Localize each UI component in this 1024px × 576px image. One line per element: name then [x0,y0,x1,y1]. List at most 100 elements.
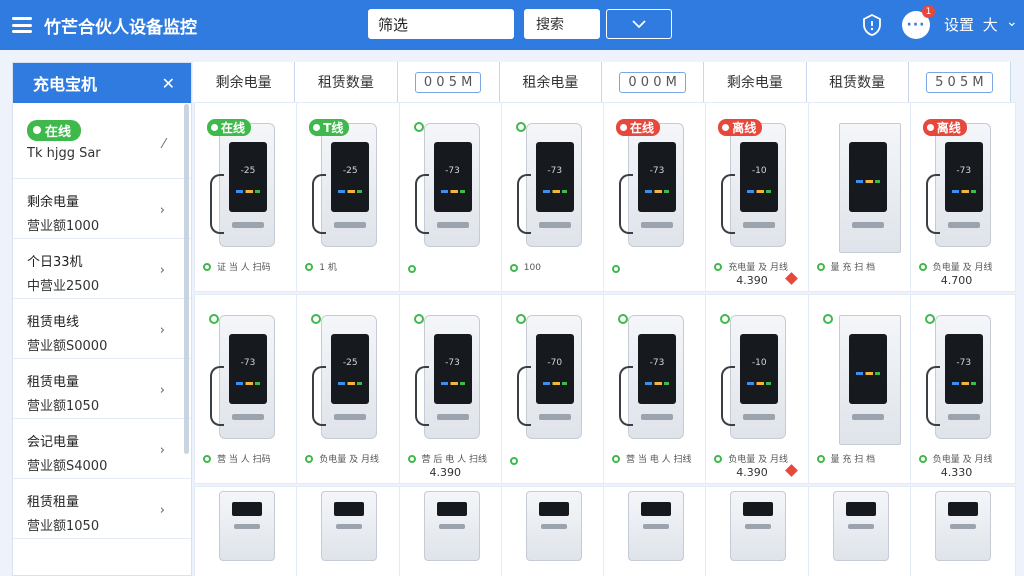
charging-station-image [525,491,582,561]
device-screen [848,142,887,212]
device-card[interactable] [603,486,709,576]
device-card[interactable]: -70 [500,294,607,484]
sidebar-item-label: 租赁电线 [27,315,80,330]
shield-icon[interactable] [862,14,882,36]
status-badge: T线 [309,119,350,136]
sidebar-title: 充电宝机 [33,75,98,94]
device-card[interactable]: -73 营 当 电 人 扫线 [603,294,709,484]
status-dot [413,122,424,132]
device-card[interactable]: 在线 -73 [603,102,709,292]
device-screen: -73 [433,334,472,404]
device-card[interactable]: -10 负电量 及 月线 4.390 [705,294,812,484]
sidebar-item-label: 剩余电量 [27,195,80,210]
filter-select[interactable]: 筛选 [368,9,514,39]
tab-label: 5 0 5 M [926,71,993,93]
device-footer: 负电量 及 月线 [918,452,992,465]
device-footer: 营 当 电 人 扫线 [612,452,691,465]
device-footer: 100 [509,263,541,273]
device-card[interactable]: -73 营 后 电 人 扫线 4.390 [398,294,505,484]
device-card[interactable]: 量 充 扫 档 [807,294,914,484]
status-badge: 在线 [207,119,252,136]
tab-column[interactable]: 0 0 0 M [602,62,705,102]
device-slot [334,222,367,228]
device-card[interactable] [500,486,607,576]
device-screen: -73 [638,334,676,404]
device-card[interactable]: -25 负电量 及 月线 [296,294,403,484]
device-footer: 负电量 及 月线 [714,452,788,465]
device-footer [407,265,422,273]
device-screen: -25 [331,334,370,404]
device-screen: -25 [331,142,370,212]
sidebar-item-label: 租赁租量 [27,495,80,510]
device-footer [509,457,524,465]
device-slot [947,414,980,420]
online-status-badge: 在线 [27,119,82,141]
filter-dropdown-button[interactable] [606,9,672,39]
device-card[interactable]: -73 负电量 及 月线 4.330 [909,294,1016,484]
sidebar-item[interactable]: 会记电量 营业额S4000 › [13,419,191,479]
device-slot [538,414,571,420]
sidebar-item[interactable]: 租赁租量 营业额1050 › [13,479,191,539]
tab-label: 租赁数量 [829,75,886,91]
chevron-right-icon: › [159,443,165,458]
device-card[interactable]: 离线 -10 充电量 及 月线 4.390 [705,102,812,292]
device-card[interactable]: 在线 -25 证 当 人 扫码 [194,102,300,292]
device-card[interactable] [705,486,812,576]
search-input-value: 搜索 [536,17,564,33]
device-card[interactable] [398,486,505,576]
device-card[interactable]: -73 营 当 人 扫码 [194,294,300,484]
sidebar-item[interactable]: 租赁电线 营业额S0000 › [13,299,191,359]
chevron-down-icon [632,19,646,28]
tab-column[interactable]: 0 0 5 M [397,62,500,108]
device-card[interactable]: T线 -25 1 机 [296,102,403,292]
device-card[interactable]: -73 100 [500,102,607,292]
device-card[interactable] [194,486,300,576]
chevron-right-icon: › [159,263,165,278]
charging-station-image [838,123,901,253]
app-title: 竹芒合伙人设备监控 [44,17,197,38]
tab-column[interactable]: 5 0 5 M [908,62,1011,102]
user-menu[interactable]: 设置 大 [944,14,998,35]
chevron-down-icon[interactable]: ⌄ [1006,14,1018,30]
charging-station-image: -25 [312,315,378,439]
cable-graphic [619,366,633,426]
sidebar-item[interactable]: 个日33机 中营业2500 › [13,239,191,299]
menu-icon[interactable] [12,17,32,33]
column-tabs: 剩余电量 租赁数量 0 0 5 M 租余电量 0 0 0 M 剩余电量 租赁数量 5 0 5 … [193,62,1011,108]
sidebar-item[interactable]: 租赁电量 营业额1050 › [13,359,191,419]
device-card[interactable]: 量 充 扫 档 [807,102,914,292]
close-icon[interactable]: ✕ [162,74,175,93]
sidebar-item-online[interactable]: 在线 Tk hjgg Sar ⁄ [13,103,191,179]
sidebar-item-value: 营业额S4000 [27,459,108,474]
tab-column[interactable]: 租赁数量 [806,62,909,108]
device-footer: 充电量 及 月线 [714,260,788,273]
device-slot [334,414,367,420]
device-card[interactable] [807,486,914,576]
chevron-right-icon: › [159,323,165,338]
charging-station-image [832,491,889,561]
tab-label: 0 0 5 M [414,71,482,93]
status-dot [924,314,935,324]
device-screen: -73 [433,142,472,212]
charging-station-image: -25 [210,123,275,247]
device-slot [641,222,673,228]
charging-station-image [219,491,275,561]
sidebar-item[interactable]: 剩余电量 营业额1000 › [13,179,191,239]
tab-column[interactable]: 租余电量 [499,62,602,102]
device-card[interactable]: 离线 -73 负电量 及 月线 4.700 [909,102,1016,292]
device-card[interactable]: -73 [398,102,505,292]
device-slot [436,222,469,228]
alert-icon [785,272,799,285]
search-input[interactable]: 搜索 [524,9,600,39]
device-card[interactable] [296,486,403,576]
status-dot [515,122,526,132]
tab-column[interactable]: 剩余电量 [193,62,296,102]
tab-column[interactable]: 剩余电量 [704,62,807,102]
sidebar: 充电宝机 ✕ 在线 Tk hjgg Sar ⁄ 剩余电量 营业额1000 › 个日33… [12,62,192,576]
device-card[interactable] [909,486,1016,576]
chevron-right-icon: › [159,383,165,398]
tab-column[interactable]: 租赁数量 [295,62,398,108]
sidebar-scrollbar[interactable] [184,104,189,454]
charging-station-image: -73 [619,315,684,439]
device-footer: 量 充 扫 档 [816,452,875,465]
